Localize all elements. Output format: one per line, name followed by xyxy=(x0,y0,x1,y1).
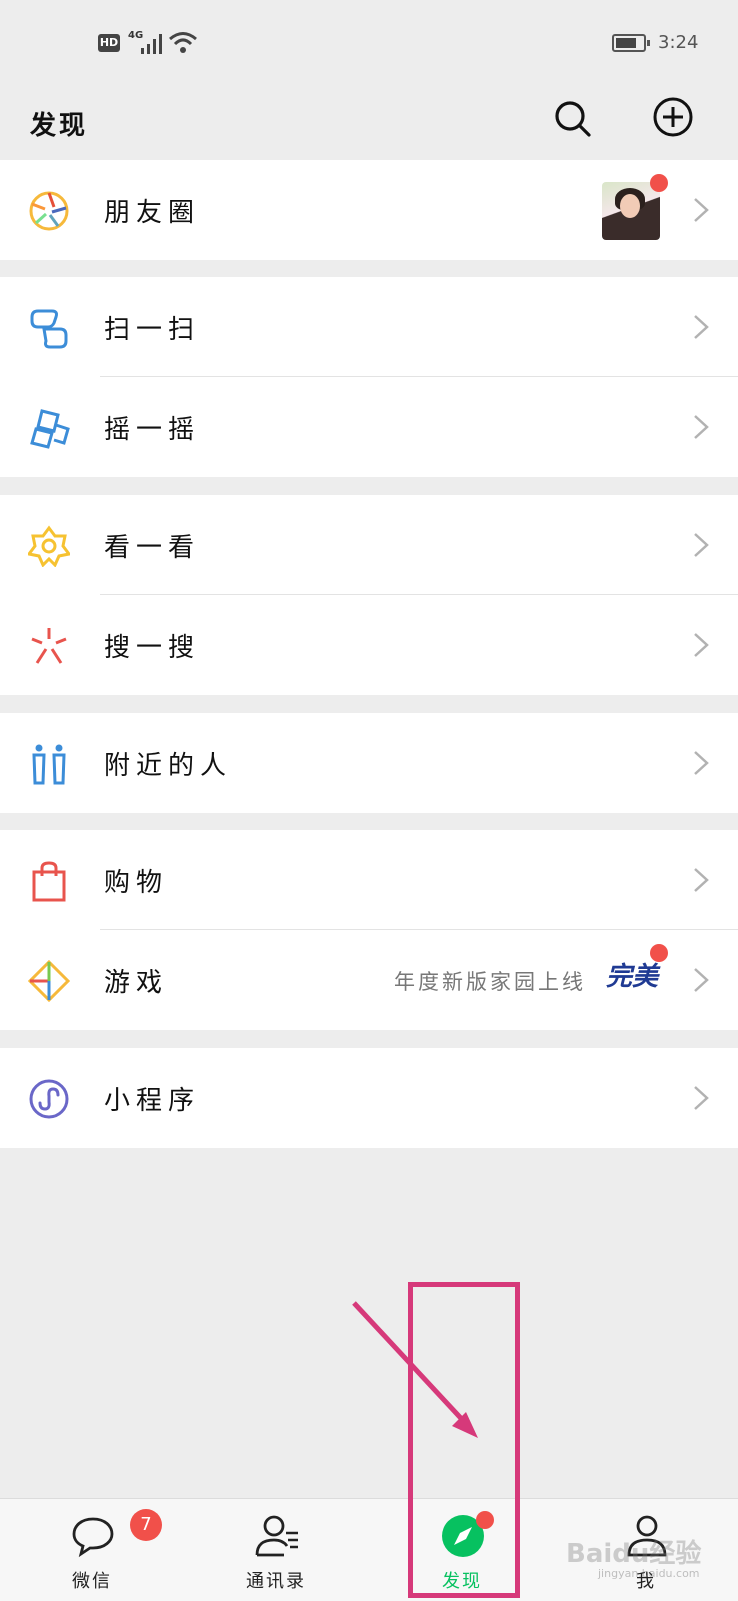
bottom-tab-bar: 7 微信 通讯录 发现 我 Baidu经验 jingyan.baidu.com xyxy=(0,1498,738,1601)
chevron-right-icon xyxy=(694,315,709,339)
top-stories-icon xyxy=(28,525,70,567)
status-bar: HD 4G 3:24 xyxy=(0,0,738,90)
tab-chats[interactable]: 7 微信 xyxy=(32,1499,162,1601)
hd-indicator: HD xyxy=(98,34,120,52)
shake-label: 摇一摇 xyxy=(104,415,201,445)
chevron-right-icon xyxy=(694,1086,709,1110)
people-nearby-label: 附近的人 xyxy=(104,751,233,781)
tab-contacts[interactable]: 通讯录 xyxy=(216,1499,336,1601)
tab-discover-label: 发现 xyxy=(442,1571,482,1592)
shake-icon xyxy=(30,409,70,449)
group-moments: 朋友圈 xyxy=(0,160,738,260)
top-stories-label: 看一看 xyxy=(104,533,201,563)
games-label: 游戏 xyxy=(104,968,169,998)
signal-icon xyxy=(141,34,162,54)
list-item-search[interactable]: 搜一搜 xyxy=(0,595,738,695)
list-item-shake[interactable]: 摇一摇 xyxy=(0,377,738,477)
group-mini-programs: 小程序 xyxy=(0,1048,738,1148)
shopping-bag-icon xyxy=(32,861,66,902)
list-item-top-stories[interactable]: 看一看 xyxy=(0,495,738,595)
add-icon[interactable] xyxy=(652,96,694,138)
list-item-shopping[interactable]: 购物 xyxy=(0,830,738,930)
new-game-dot xyxy=(650,944,668,962)
chevron-right-icon xyxy=(694,533,709,557)
shopping-label: 购物 xyxy=(104,868,169,898)
games-promo-logo: 完美 xyxy=(606,962,659,992)
clock: 3:24 xyxy=(658,32,699,53)
group-scan-shake: 扫一扫 摇一摇 xyxy=(0,277,738,477)
moments-label: 朋友圈 xyxy=(104,198,201,228)
list-item-people-nearby[interactable]: 附近的人 xyxy=(0,713,738,813)
list-item-moments[interactable]: 朋友圈 xyxy=(0,160,738,260)
list-item-scan[interactable]: 扫一扫 xyxy=(0,277,738,377)
group-top-search: 看一看 搜一搜 xyxy=(0,495,738,695)
page-title: 发现 xyxy=(30,111,89,141)
mini-programs-label: 小程序 xyxy=(104,1086,201,1116)
list-item-games[interactable]: 游戏 年度新版家园上线 完美 xyxy=(0,930,738,1030)
chevron-right-icon xyxy=(694,415,709,439)
search-feature-label: 搜一搜 xyxy=(104,633,201,663)
chevron-right-icon xyxy=(694,968,709,992)
chat-bubble-icon xyxy=(72,1517,114,1558)
moments-thumbnail xyxy=(602,182,660,240)
scan-icon xyxy=(30,309,68,349)
search-feature-icon xyxy=(31,628,67,664)
top-bar: 发现 xyxy=(0,90,738,160)
chevron-right-icon xyxy=(694,751,709,775)
list-item-mini-programs[interactable]: 小程序 xyxy=(0,1048,738,1148)
scan-label: 扫一扫 xyxy=(104,315,201,345)
moments-icon xyxy=(29,191,69,231)
group-nearby: 附近的人 xyxy=(0,713,738,813)
watermark-logo: Baidu经验 xyxy=(566,1539,702,1569)
wifi-icon xyxy=(169,32,197,53)
new-post-dot xyxy=(650,174,668,192)
search-icon[interactable] xyxy=(552,98,592,138)
games-icon xyxy=(28,960,70,1002)
discover-new-dot xyxy=(476,1511,494,1529)
battery-icon xyxy=(612,34,650,52)
chevron-right-icon xyxy=(694,868,709,892)
tab-discover[interactable]: 发现 xyxy=(402,1499,522,1601)
tab-chats-label: 微信 xyxy=(72,1571,112,1592)
chevron-right-icon xyxy=(694,198,709,222)
unread-badge: 7 xyxy=(130,1509,162,1541)
contacts-icon xyxy=(255,1515,298,1557)
games-promo-text: 年度新版家园上线 xyxy=(394,970,586,994)
people-nearby-icon xyxy=(32,744,66,785)
group-shop-games: 购物 游戏 年度新版家园上线 完美 xyxy=(0,830,738,1030)
mini-programs-icon xyxy=(29,1079,69,1119)
watermark-url: jingyan.baidu.com xyxy=(598,1567,700,1580)
tab-contacts-label: 通讯录 xyxy=(246,1571,306,1592)
chevron-right-icon xyxy=(694,633,709,657)
